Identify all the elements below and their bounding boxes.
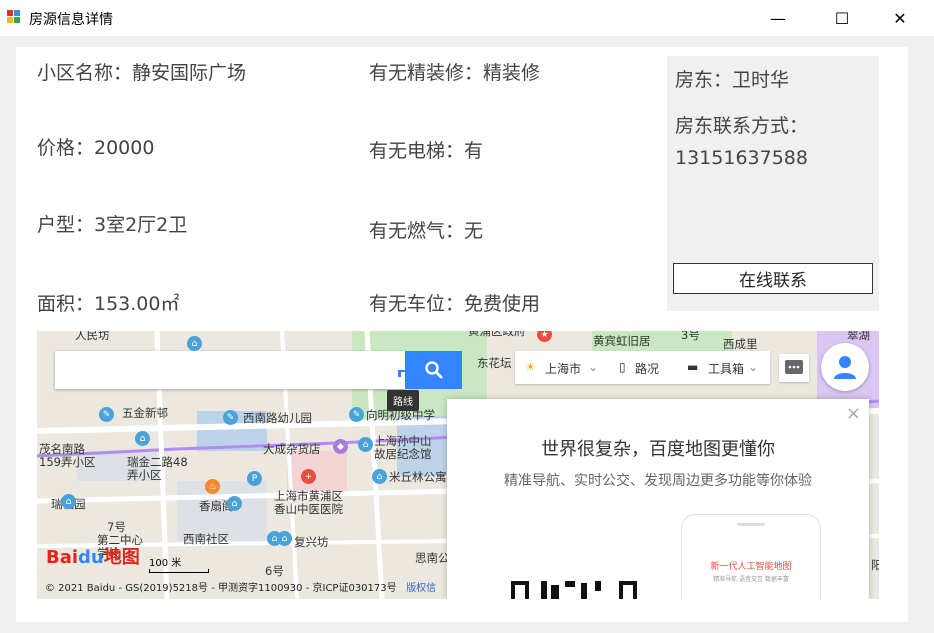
- qr-code-icon: [511, 581, 637, 599]
- search-icon: [424, 361, 442, 379]
- city-selector[interactable]: 上海市: [545, 360, 581, 377]
- community-label: 小区名称：静安国际广场: [37, 62, 247, 84]
- building-pin-icon: ⌂: [227, 496, 242, 511]
- poi-label: 米丘林公寓: [389, 470, 447, 484]
- poi-label: 阳: [871, 558, 879, 572]
- price-label: 价格：20000: [37, 137, 155, 159]
- poi-label: 人民坊: [75, 331, 110, 342]
- map-toolbar: ☀ 上海市 ⌄ ▯ 路况 ▬ 工具箱 ⌄: [515, 351, 770, 384]
- elevator-label: 有无电梯：有: [369, 140, 484, 162]
- map-copyright: © 2021 Baidu - GS(2019)5218号 - 甲测资字11009…: [45, 579, 436, 594]
- school-pin-icon: ✎: [349, 407, 364, 422]
- poi-label: 159弄小区: [39, 455, 96, 469]
- layout-label: 户型：3室2厅2卫: [37, 214, 188, 236]
- poi-label: 黄浦区政府: [468, 331, 526, 338]
- poi-label: 西南路幼儿园: [243, 411, 312, 425]
- poi-label: 西南社区: [183, 532, 229, 546]
- logo-bai-text: Bai: [46, 547, 79, 568]
- toolbox-icon: ▬: [687, 360, 699, 374]
- owner-contact-label: 房东联系方式：: [675, 115, 809, 137]
- poi-label: 大成杂货店: [263, 442, 321, 456]
- route-tooltip: 路线: [387, 390, 419, 411]
- school-pin-icon: ✎: [223, 410, 238, 425]
- poi-label: 东花坛: [477, 356, 512, 370]
- user-avatar-button[interactable]: [821, 343, 869, 391]
- owner-info-box: 房东：卫时华 房东联系方式： 13151637588 在线联系: [667, 56, 879, 311]
- shop-pin-icon: ◆: [333, 439, 348, 454]
- owner-name: 房东：卫时华: [675, 69, 790, 91]
- chevron-down-icon: ⌄: [588, 360, 599, 374]
- baidu-logo: Baidu地图: [46, 543, 140, 569]
- minimize-button[interactable]: —: [752, 0, 804, 36]
- poi-label: 上海市黄浦区香山中医医院: [274, 489, 343, 516]
- building-pin-icon: ⌂: [187, 336, 202, 351]
- building-pin-icon: ⌂: [372, 469, 387, 484]
- promo-subtitle: 精准导航、实时公交、发现周边更多功能等你体验: [504, 473, 812, 489]
- parking-label: 有无车位：免费使用: [369, 293, 541, 315]
- scale-label: 100 米: [149, 558, 182, 569]
- poi-label: 上海孙中山故居纪念馆: [374, 434, 432, 461]
- poi-label: 瑞金二路48弄小区: [127, 455, 188, 482]
- logo-du-text: du: [78, 547, 104, 568]
- user-icon: [834, 356, 856, 379]
- building-pin-icon: ⌂: [277, 531, 292, 546]
- scale-bar: [149, 569, 209, 573]
- message-button[interactable]: [779, 354, 809, 382]
- map-search-input[interactable]: [55, 351, 411, 389]
- title-bar: 房源信息详情 — ☐ ✕: [0, 0, 934, 36]
- poi-label: 翠湖: [847, 331, 870, 342]
- map-search-button[interactable]: [405, 351, 462, 389]
- area-label: 面积：153.00㎡: [37, 293, 180, 315]
- phone-mockup: 新一代人工智能地图 精准导航 语音交互 数据丰富: [681, 514, 821, 599]
- traffic-icon: ▯: [619, 360, 626, 374]
- phone-subtitle: 精准导航 语音交互 数据丰富: [713, 576, 789, 583]
- parking-pin-icon: P: [247, 471, 262, 486]
- poi-label: 复兴坊: [294, 535, 329, 549]
- weather-sun-icon: ☀: [525, 360, 536, 374]
- gas-label: 有无燃气：无: [369, 220, 484, 242]
- poi-label: 3号: [681, 331, 700, 342]
- poi-label: 五金新邨: [122, 406, 168, 420]
- food-pin-icon: ♨: [205, 479, 220, 494]
- poi-label: 思南公: [415, 551, 450, 565]
- close-icon[interactable]: ×: [846, 403, 861, 424]
- owner-phone: 13151637588: [675, 147, 808, 169]
- phone-title: 新一代人工智能地图: [710, 562, 792, 572]
- map-view[interactable]: 人民坊 五金新邨 西南路幼儿园 向明初级中学 茂名南路 159弄小区 大成杂货店…: [37, 331, 879, 599]
- poi-label: 6号: [265, 564, 284, 578]
- poi-label: 西成里: [723, 337, 758, 351]
- building-pin-icon: ⌂: [135, 431, 150, 446]
- chevron-down-icon: ⌄: [748, 360, 759, 374]
- download-promo-panel: × 世界很复杂，百度地图更懂你 精准导航、实时公交、发现周边更多功能等你体验 新…: [447, 399, 869, 599]
- app-icon: [7, 10, 20, 23]
- copyright-link[interactable]: 版权信: [406, 583, 436, 594]
- museum-pin-icon: ⌂: [358, 437, 373, 452]
- poi-label: 黄宾虹旧居: [593, 334, 651, 348]
- detail-panel: 小区名称：静安国际广场 价格：20000 户型：3室2厅2卫 面积：153.00…: [16, 47, 908, 622]
- hospital-pin-icon: +: [301, 469, 316, 484]
- window-title: 房源信息详情: [29, 12, 113, 28]
- school-pin-icon: ✎: [99, 407, 114, 422]
- message-icon: [785, 360, 803, 374]
- decoration-label: 有无精装修：精装修: [369, 62, 541, 84]
- building-pin-icon: ⌂: [61, 494, 76, 509]
- copyright-text: © 2021 Baidu - GS(2019)5218号 - 甲测资字11009…: [45, 583, 397, 594]
- maximize-button[interactable]: ☐: [816, 0, 868, 36]
- traffic-button[interactable]: 路况: [635, 360, 659, 377]
- promo-title: 世界很复杂，百度地图更懂你: [541, 439, 775, 460]
- toolbox-button[interactable]: 工具箱: [708, 360, 744, 377]
- logo-map-text: 地图: [103, 547, 140, 568]
- close-button[interactable]: ✕: [874, 0, 926, 36]
- online-contact-button[interactable]: 在线联系: [673, 263, 873, 294]
